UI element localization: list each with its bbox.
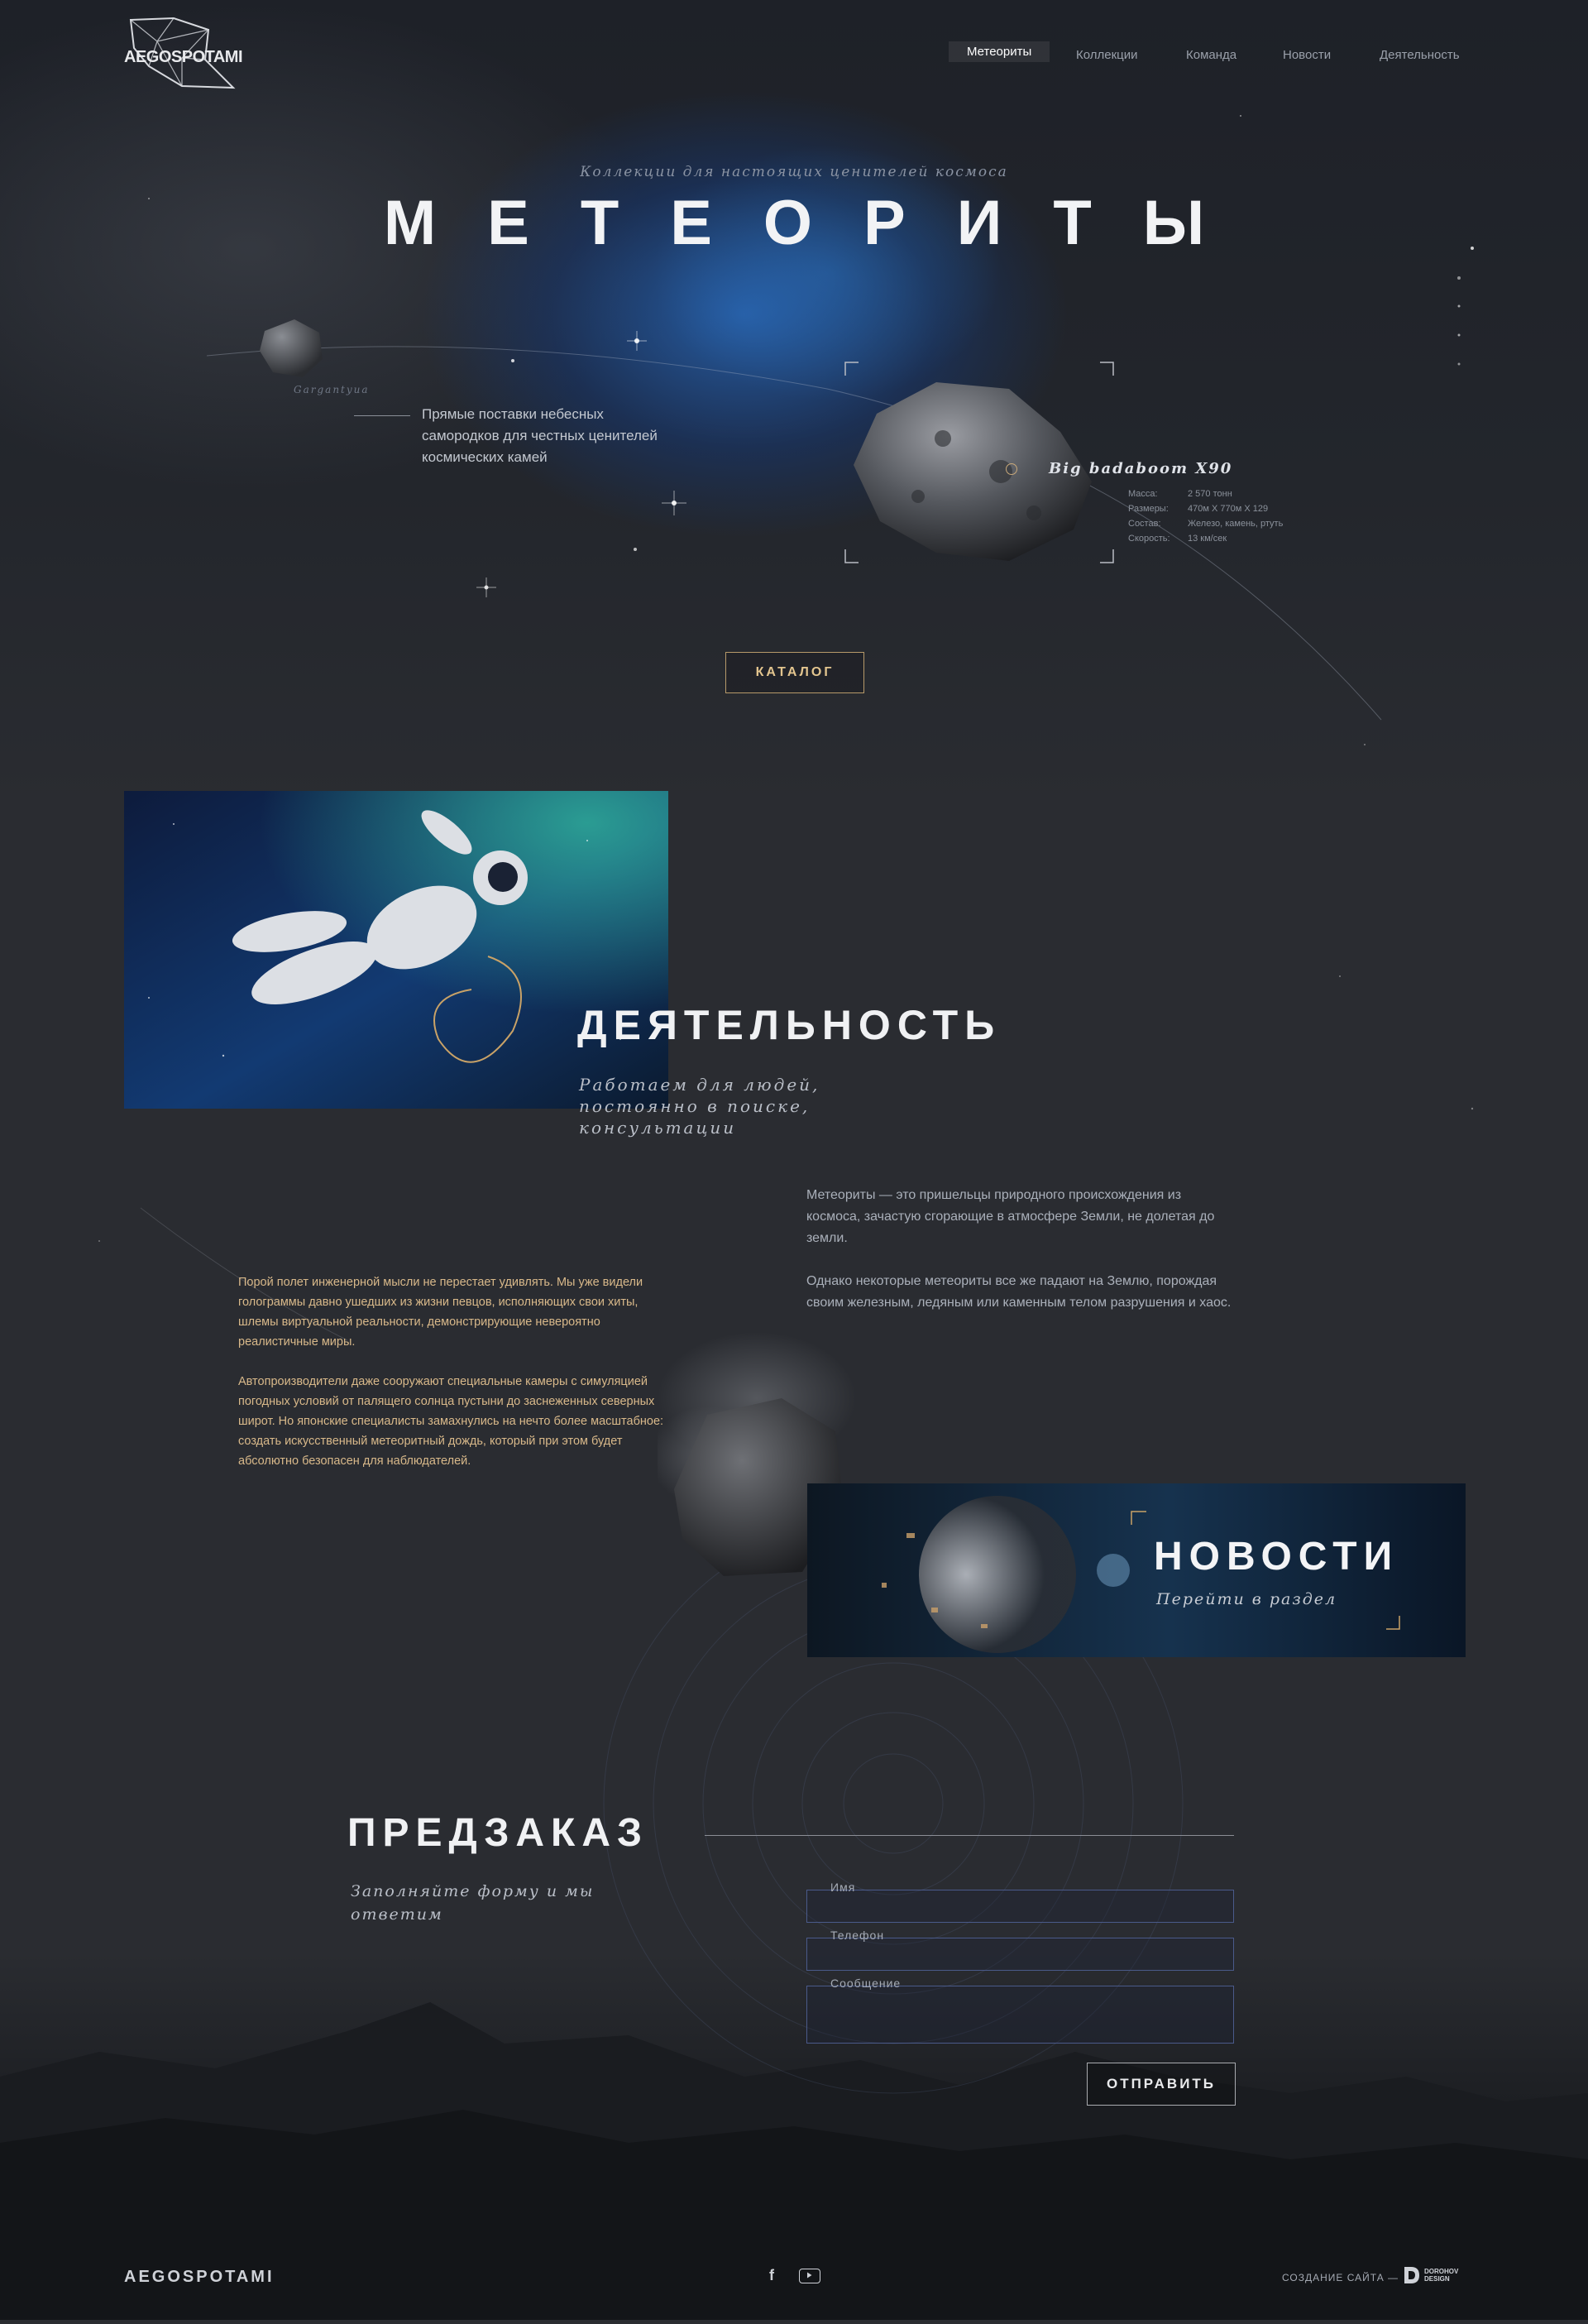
activity-left-paragraph: Автопроизводители даже сооружают специал… xyxy=(238,1375,664,1468)
activity-right-paragraph: Метеориты — это пришельцы природного про… xyxy=(806,1188,1215,1245)
message-field-label: Сообщение xyxy=(830,1977,902,1990)
preorder-title: ПРЕДЗАКАЗ xyxy=(347,1811,649,1855)
tagline-divider xyxy=(354,415,410,416)
phone-field-label: Телефон xyxy=(830,1929,885,1942)
spec-value: 2 570 тонн xyxy=(1188,489,1232,499)
name-field[interactable]: Имя xyxy=(806,1881,1234,1923)
spec-label: Состав: xyxy=(1128,519,1161,529)
news-title[interactable]: НОВОСТИ xyxy=(1154,1534,1399,1579)
credit-logo-line: DOROHOV xyxy=(1424,2268,1459,2275)
submit-button[interactable]: ОТПРАВИТЬ xyxy=(1087,2063,1236,2106)
spec-value: 13 км/сек xyxy=(1188,534,1227,544)
small-meteorite-image xyxy=(260,319,323,377)
hero-title: МЕТЕОРИТЫ xyxy=(383,188,1256,258)
featured-meteorite-name: Big badaboom X90 xyxy=(1049,460,1233,477)
catalog-button[interactable]: КАТАЛОГ xyxy=(725,652,864,693)
name-field-label: Имя xyxy=(830,1881,856,1894)
activity-right-paragraph: Однако некоторые метеориты все же падают… xyxy=(806,1274,1232,1310)
nav-item-news[interactable]: Новости xyxy=(1283,45,1331,65)
footer-credit: СОЗДАНИЕ САЙТА — xyxy=(1282,2272,1399,2283)
message-field[interactable]: Сообщение xyxy=(806,1977,1234,2044)
decorative-stars-layer xyxy=(98,115,1474,2094)
astronaut-image xyxy=(124,791,668,1109)
small-meteorite-label: Gargantyua xyxy=(294,384,370,395)
spec-label: Размеры: xyxy=(1128,504,1169,514)
activity-left-paragraph: Порой полет инженерной мысли не перестае… xyxy=(238,1276,643,1349)
dorohov-design-logo-icon[interactable] xyxy=(1403,2265,1421,2285)
nav-item-team[interactable]: Команда xyxy=(1186,45,1236,65)
spec-value: 470м X 770м X 129 xyxy=(1188,504,1269,514)
activity-subtitle: Работаем для людей, постоянно в поиске, … xyxy=(579,1075,820,1138)
preorder-divider xyxy=(705,1835,1234,1836)
activity-title: ДЕЯТЕЛЬНОСТЬ xyxy=(577,1002,1002,1048)
logo-text[interactable]: AEGOSPOTAMI xyxy=(124,48,243,67)
youtube-icon[interactable] xyxy=(799,2269,820,2283)
play-icon xyxy=(806,2272,811,2278)
phone-field[interactable]: Телефон xyxy=(806,1929,1234,1971)
spec-label: Скорость: xyxy=(1128,534,1170,544)
footer-brand[interactable]: AEGOSPOTAMI xyxy=(124,2268,275,2287)
spec-value: Железо, камень, ртуть xyxy=(1188,519,1284,529)
dorohov-design-logo-text[interactable]: DOROHOV DESIGN xyxy=(1424,2268,1458,2283)
preorder-subtitle: Заполняйте форму и мы ответим xyxy=(351,1882,595,1924)
nav-item-activity[interactable]: Деятельность xyxy=(1380,45,1460,65)
hero-subtitle: Коллекции для настоящих ценителей космос… xyxy=(580,164,1008,180)
spec-label: Масса: xyxy=(1128,489,1158,499)
news-link[interactable]: Перейти в раздел xyxy=(1156,1590,1337,1608)
facebook-icon[interactable]: f xyxy=(764,2267,779,2285)
credit-logo-line: DESIGN xyxy=(1424,2275,1450,2283)
hero-tagline: Прямые поставки небесных самородков для … xyxy=(422,406,658,465)
nav-item-meteorites[interactable]: Метеориты xyxy=(949,41,1050,62)
nav-item-collections[interactable]: Коллекции xyxy=(1076,45,1138,65)
featured-meteorite-marker[interactable] xyxy=(1006,463,1017,475)
